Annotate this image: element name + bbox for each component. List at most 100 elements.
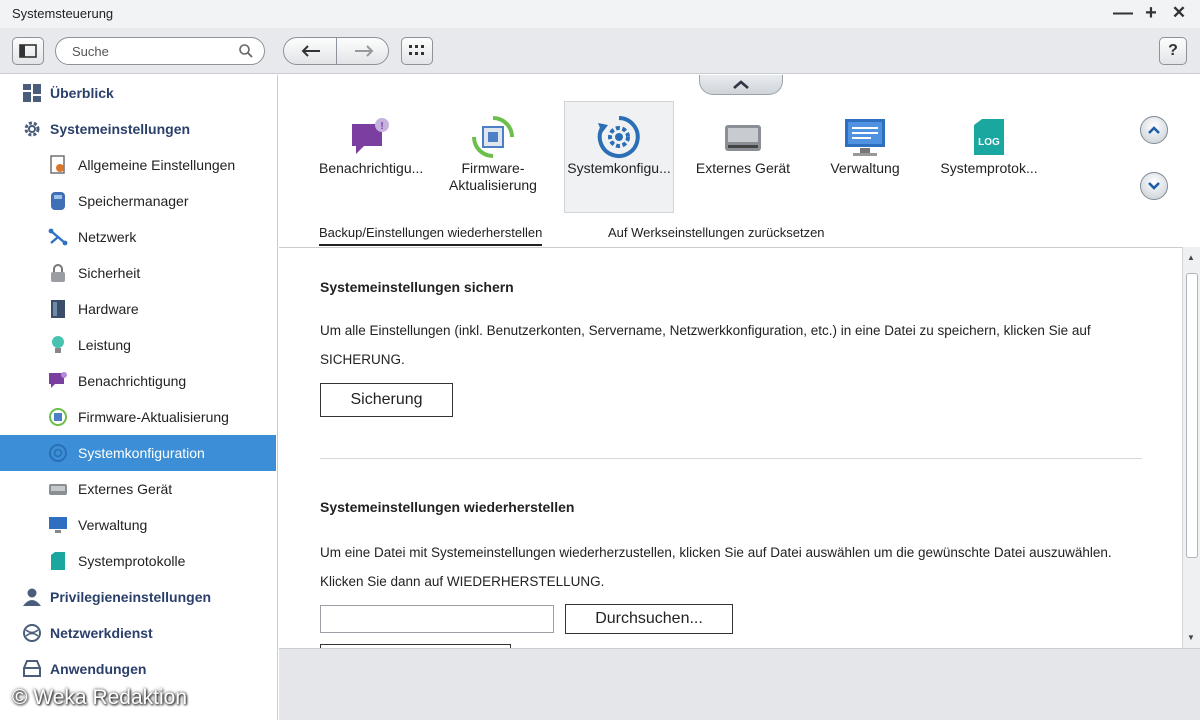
sidebar-item-label: Sicherheit (78, 265, 141, 281)
log-icon (48, 551, 68, 571)
sidebar-item-benachrichtigung[interactable]: Benachrichtigung (0, 363, 276, 399)
sidebar-item-speichermanager[interactable]: Speichermanager (0, 183, 276, 219)
help-button[interactable]: ? (1159, 37, 1187, 65)
lightbulb-icon (48, 335, 68, 355)
section-divider (320, 458, 1142, 459)
toolbar: Suche ? (0, 28, 1200, 74)
main-panel: ! Benachrichtigu... Firmware- Aktualisie… (279, 75, 1200, 720)
sidebar-item-label: Firmware-Aktualisierung (78, 409, 229, 425)
app-firmware-aktualisierung[interactable]: Firmware- Aktualisierung (439, 102, 547, 214)
scrollbar-thumb[interactable] (1186, 273, 1198, 558)
sidebar-item-systemeinstellungen[interactable]: Systemeinstellungen (0, 111, 276, 147)
sidebar-item-label: Netzwerk (78, 229, 137, 245)
arrow-right-icon (354, 45, 373, 57)
search-icon (239, 44, 253, 58)
backup-heading: Systemeinstellungen sichern (320, 279, 514, 295)
title-bar: Systemsteuerung — + ✕ (0, 0, 1200, 28)
sidebar-item-leistung[interactable]: Leistung (0, 327, 276, 363)
sysconfig-app-icon (597, 116, 640, 158)
notification-app-icon: ! (352, 118, 389, 154)
sidebar-item-sicherheit[interactable]: Sicherheit (0, 255, 276, 291)
app-label: Benachrichtigu... (319, 160, 424, 176)
footer-area (279, 648, 1200, 720)
app-label: Externes Gerät (695, 160, 791, 176)
sidebar-item-ueberblick[interactable]: Überblick (0, 75, 276, 111)
search-field[interactable]: Suche (55, 37, 265, 65)
tab-backup-wiederherstellen[interactable]: Backup/Einstellungen wiederherstellen (319, 225, 543, 246)
log-icon-text: LOG (978, 137, 1000, 148)
monitor-icon (48, 515, 68, 535)
sidebar-item-label: Netzwerkdienst (50, 625, 153, 641)
content-scrollbar[interactable]: ▲ ▼ (1182, 247, 1200, 648)
maximize-button[interactable]: + (1140, 2, 1162, 24)
app-systemkonfiguration[interactable]: Systemkonfigu... (564, 101, 674, 213)
log-app-icon: LOG (974, 119, 1004, 155)
notification-icon (48, 371, 68, 391)
app-externes-geraet[interactable]: Externes Gerät (689, 102, 797, 214)
monitor-app-icon (845, 119, 885, 156)
external-drive-app-icon (725, 125, 761, 151)
sidebar-item-netzwerk[interactable]: Netzwerk (0, 219, 276, 255)
sidebar-item-label: Verwaltung (78, 517, 148, 533)
restore-heading: Systemeinstellungen wiederherstellen (320, 499, 575, 515)
sidebar-item-netzwerkdienst[interactable]: Netzwerkdienst (0, 615, 276, 651)
arrow-left-icon (301, 45, 320, 57)
search-placeholder: Suche (72, 44, 109, 59)
minimize-button[interactable]: — (1112, 2, 1134, 24)
firmware-icon (48, 407, 68, 427)
sidebar-item-firmware-aktualisierung[interactable]: Firmware-Aktualisierung (0, 399, 276, 435)
chevron-up-icon (1148, 126, 1160, 134)
tab-content: Systemeinstellungen sichern Um alle Eins… (279, 247, 1200, 648)
hardware-icon (48, 299, 68, 319)
collapse-icons-button[interactable] (699, 75, 783, 95)
all-apps-button[interactable] (401, 37, 433, 65)
close-button[interactable]: ✕ (1168, 2, 1190, 24)
sidebar-item-systemprotokolle[interactable]: Systemprotokolle (0, 543, 276, 579)
lock-icon (48, 263, 68, 283)
sysconfig-icon (48, 443, 68, 463)
overview-icon (22, 83, 42, 103)
grid-icon (409, 45, 424, 55)
sidebar-item-anwendungen[interactable]: Anwendungen (0, 651, 276, 687)
storage-icon (48, 191, 68, 211)
user-icon (22, 587, 42, 607)
app-benachrichtigung[interactable]: ! Benachrichtigu... (317, 102, 425, 214)
settings-doc-icon (48, 155, 68, 175)
sidebar-item-privilegieneinstellungen[interactable]: Privilegieneinstellungen (0, 579, 276, 615)
sidebar: Überblick Systemeinstellungen Allgemeine… (0, 75, 278, 720)
app-systemprotokolle[interactable]: LOG Systemprotok... (935, 102, 1043, 214)
tab-werkseinstellungen[interactable]: Auf Werkseinstellungen zurücksetzen (608, 225, 825, 244)
sidebar-item-externes-geraet[interactable]: Externes Gerät (0, 471, 276, 507)
sidebar-item-hardware[interactable]: Hardware (0, 291, 276, 327)
sidebar-item-verwaltung[interactable]: Verwaltung (0, 507, 276, 543)
scroll-icons-down-button[interactable] (1140, 172, 1168, 200)
restore-description: Um eine Datei mit Systemeinstellungen wi… (320, 545, 1112, 589)
browse-button[interactable]: Durchsuchen... (565, 604, 733, 634)
sidebar-item-label: Externes Gerät (78, 481, 173, 497)
sidebar-item-systemkonfiguration[interactable]: Systemkonfiguration (0, 435, 276, 471)
sidebar-item-label: Privilegieneinstellungen (50, 589, 212, 605)
svg-text:!: ! (380, 121, 383, 132)
scroll-down-arrow[interactable]: ▼ (1187, 633, 1195, 642)
firmware-app-icon (472, 116, 514, 158)
scroll-icons-up-button[interactable] (1140, 116, 1168, 144)
app-label: Systemkonfigu... (567, 160, 671, 176)
window-title: Systemsteuerung (12, 6, 114, 21)
back-button[interactable] (284, 38, 337, 64)
sidebar-item-label: Systemeinstellungen (50, 121, 191, 137)
external-drive-icon (48, 479, 68, 499)
watermark: © Weka Redaktion (12, 686, 188, 709)
app-label-line2: Aktualisierung (449, 177, 537, 193)
sidebar-item-label: Benachrichtigung (78, 373, 187, 389)
backup-button[interactable]: Sicherung (320, 383, 453, 417)
scroll-up-arrow[interactable]: ▲ (1187, 253, 1195, 262)
sidebar-item-label: Anwendungen (50, 661, 147, 677)
sidebar-item-allgemeine-einstellungen[interactable]: Allgemeine Einstellungen (0, 147, 276, 183)
restore-file-field[interactable] (320, 605, 554, 633)
applications-icon (22, 659, 42, 679)
app-verwaltung[interactable]: Verwaltung (811, 102, 919, 214)
network-icon (48, 227, 68, 247)
gear-icon (22, 119, 42, 139)
forward-button[interactable] (337, 38, 388, 64)
sidebar-toggle-button[interactable] (12, 37, 44, 65)
